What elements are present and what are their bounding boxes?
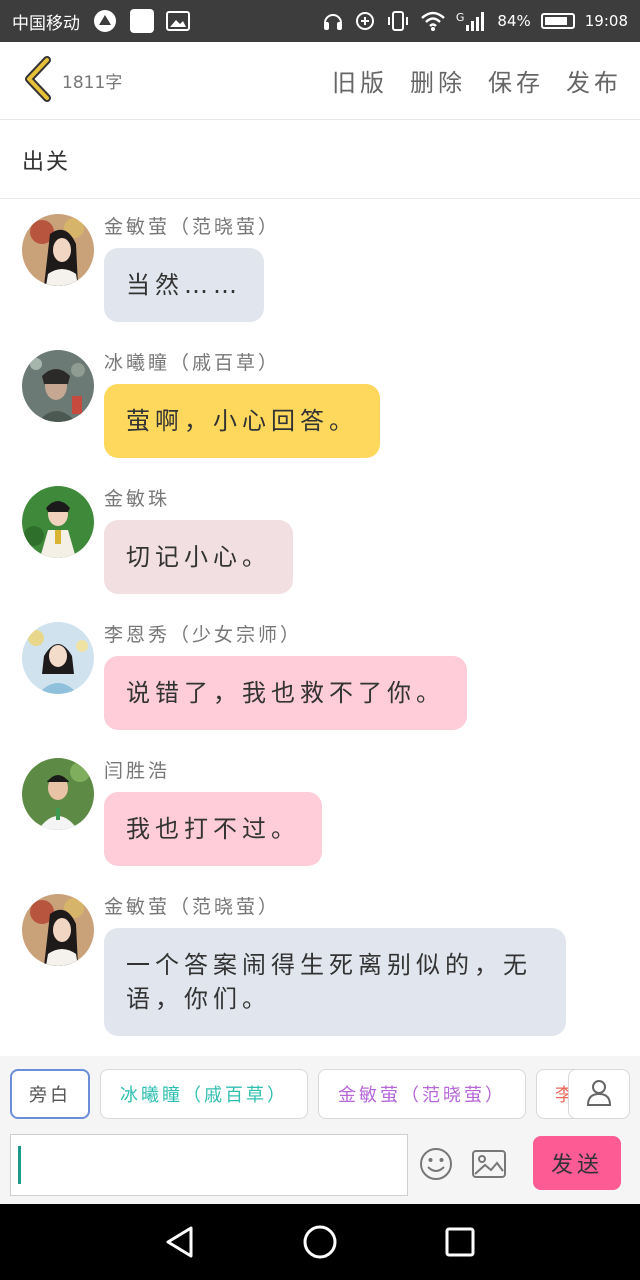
battery-percent: 84% xyxy=(497,12,531,30)
avatar[interactable] xyxy=(22,214,94,286)
sender-name: 金敏珠 xyxy=(104,488,171,510)
battery-icon xyxy=(540,13,575,29)
message-input[interactable] xyxy=(10,1134,408,1196)
sender-name: 金敏萤（范晓萤） xyxy=(104,216,281,238)
message-list[interactable]: 金敏萤（范晓萤） 当然…… 冰曦瞳（戚百草） 萤啊，小心回答。 金敏珠 切记小心… xyxy=(0,200,640,1056)
role-chip-label: 金敏萤（范晓萤） xyxy=(338,1085,506,1106)
signal-tag: G xyxy=(455,11,465,24)
save-button[interactable]: 保存 xyxy=(488,63,544,98)
image-button[interactable] xyxy=(470,1146,508,1182)
role-chip-narrator[interactable]: 旁白 xyxy=(10,1069,90,1119)
circle-home-icon xyxy=(303,1225,337,1259)
composer: 发送 xyxy=(0,1132,640,1204)
sender-name: 冰曦瞳（戚百草） xyxy=(104,352,281,374)
vibrate-icon xyxy=(386,10,410,32)
sender-name: 李恩秀（少女宗师） xyxy=(104,624,303,646)
delete-button[interactable]: 删除 xyxy=(410,63,466,98)
role-chip-label: 冰曦瞳（戚百草） xyxy=(120,1085,288,1106)
message-item[interactable]: 金敏萤（范晓萤） 一个答案闹得生死离别似的，无语，你们。 xyxy=(0,880,640,1050)
nav-home-button[interactable] xyxy=(300,1222,340,1262)
status-bar: 中国移动 G 84% 19:08 xyxy=(0,0,640,42)
image-icon xyxy=(472,1150,506,1178)
message-bubble[interactable]: 当然…… xyxy=(104,248,264,322)
back-button[interactable] xyxy=(18,55,58,106)
message-item[interactable]: 李恩秀（少女宗师） 说错了，我也救不了你。 xyxy=(0,608,640,744)
data-saver-icon xyxy=(354,10,376,32)
user-icon xyxy=(586,1078,612,1110)
message-item[interactable]: 金敏珠 切记小心。 xyxy=(0,472,640,608)
role-chip-jinminying[interactable]: 金敏萤（范晓萤） xyxy=(318,1069,526,1119)
status-left: 中国移动 xyxy=(12,8,190,34)
emoji-button[interactable] xyxy=(418,1146,454,1182)
chevron-left-icon xyxy=(23,55,53,106)
signal-icon: G xyxy=(456,11,488,31)
message-bubble[interactable]: 萤啊，小心回答。 xyxy=(104,384,380,458)
clock-time: 19:08 xyxy=(584,12,628,30)
avatar[interactable] xyxy=(22,894,94,966)
browser-icon xyxy=(92,8,118,34)
triangle-back-icon xyxy=(166,1226,193,1258)
toolbar-actions: 旧版 删除 保存 发布 xyxy=(332,63,622,98)
word-count: 1811字 xyxy=(62,73,123,93)
publish-button[interactable]: 发布 xyxy=(566,63,622,98)
editor-toolbar: 1811字 旧版 删除 保存 发布 xyxy=(0,42,640,120)
nav-recent-button[interactable] xyxy=(440,1222,480,1262)
send-button[interactable]: 发送 xyxy=(533,1136,621,1190)
avatar[interactable] xyxy=(22,350,94,422)
message-bubble[interactable]: 说错了，我也救不了你。 xyxy=(104,656,467,730)
status-right: G 84% 19:08 xyxy=(322,10,628,32)
manage-roles-button[interactable] xyxy=(568,1069,630,1119)
message-item[interactable]: 冰曦瞳（戚百草） 萤啊，小心回答。 xyxy=(0,336,640,472)
app-square-icon xyxy=(130,9,154,33)
message-item[interactable]: 金敏萤（范晓萤） 当然…… xyxy=(0,200,640,336)
role-chip-bingxitong[interactable]: 冰曦瞳（戚百草） xyxy=(100,1069,308,1119)
headset-icon xyxy=(322,10,344,32)
message-bubble[interactable]: 切记小心。 xyxy=(104,520,293,594)
role-chip-label: 旁白 xyxy=(29,1085,71,1106)
system-nav-bar xyxy=(0,1204,640,1280)
avatar[interactable] xyxy=(22,758,94,830)
message-bubble[interactable]: 一个答案闹得生死离别似的，无语，你们。 xyxy=(104,928,566,1036)
emoji-icon xyxy=(420,1148,452,1180)
sender-name: 金敏萤（范晓萤） xyxy=(104,896,281,918)
message-item[interactable]: 闫胜浩 我也打不过。 xyxy=(0,744,640,880)
nav-back-button[interactable] xyxy=(160,1222,200,1262)
role-selector-bar[interactable]: 旁白 冰曦瞳（戚百草） 金敏萤（范晓萤） 李 xyxy=(0,1056,640,1132)
gallery-icon xyxy=(166,10,190,32)
story-title: 出关 xyxy=(22,149,71,175)
avatar[interactable] xyxy=(22,486,94,558)
carrier-label: 中国移动 xyxy=(12,13,80,34)
message-bubble[interactable]: 我也打不过。 xyxy=(104,792,322,866)
avatar[interactable] xyxy=(22,622,94,694)
text-caret xyxy=(18,1146,21,1184)
story-title-row[interactable]: 出关 xyxy=(0,121,640,199)
old-version-button[interactable]: 旧版 xyxy=(332,63,388,98)
wifi-icon xyxy=(420,10,446,32)
square-recent-icon xyxy=(445,1227,475,1257)
sender-name: 闫胜浩 xyxy=(104,760,171,782)
